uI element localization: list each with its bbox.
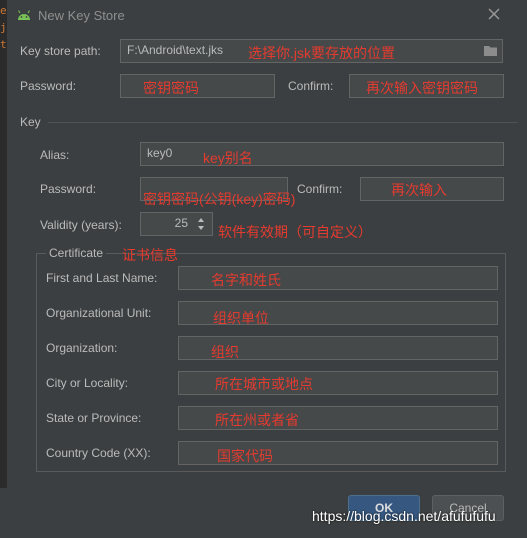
key-store-path-note: 选择你.jsk要存放的位置	[248, 45, 395, 61]
key-confirm-label: Confirm:	[297, 182, 343, 196]
validity-label: Validity (years):	[40, 218, 122, 232]
first-last-name-label: First and Last Name:	[46, 271, 158, 285]
key-section-divider	[48, 122, 518, 123]
organizational-unit-label: Organizational Unit:	[46, 306, 152, 320]
country-code-note: 国家代码	[217, 448, 273, 464]
first-last-name-note: 名字和姓氏	[211, 272, 281, 288]
keystore-password-label: Password:	[20, 79, 77, 93]
organizational-unit-note: 组织单位	[213, 310, 269, 326]
validity-note: 软件有效期（可自定义）	[218, 224, 372, 240]
certificate-section-label: Certificate	[46, 246, 107, 260]
keystore-confirm-note: 再次输入密钥密码	[366, 80, 478, 96]
alias-note: key别名	[203, 150, 253, 166]
alias-input[interactable]: key0	[140, 142, 504, 166]
key-confirm-note: 再次输入	[391, 182, 447, 198]
key-password-label: Password:	[40, 182, 97, 196]
keystore-confirm-label: Confirm:	[288, 79, 334, 93]
stepper-arrows-icon[interactable]	[196, 216, 206, 235]
state-province-note: 所在州或者省	[215, 412, 299, 428]
background-editor-strip	[0, 0, 7, 538]
close-icon[interactable]	[488, 8, 500, 23]
watermark: https://blog.csdn.net/afufufufu	[312, 508, 496, 524]
organization-note: 组织	[211, 344, 239, 360]
validity-value: 25	[174, 216, 188, 230]
country-code-label: Country Code (XX):	[46, 446, 151, 460]
key-section-label: Key	[20, 115, 41, 129]
certificate-section-note: 证书信息	[122, 247, 178, 263]
folder-icon[interactable]	[483, 44, 498, 60]
key-store-path-label: Key store path:	[20, 44, 101, 58]
editor-snippet: e ji t	[0, 4, 7, 51]
alias-value: key0	[147, 146, 173, 160]
android-icon	[16, 8, 32, 25]
alias-label: Alias:	[40, 148, 70, 162]
key-password-note: 密钥密码(公钥(key)密码)	[143, 191, 296, 207]
city-locality-note: 所在城市或地点	[215, 376, 313, 392]
key-store-path-value: F:\Android\text.jks	[127, 43, 224, 57]
state-province-label: State or Province:	[46, 411, 142, 425]
keystore-password-note: 密钥密码	[143, 80, 199, 96]
city-locality-label: City or Locality:	[46, 376, 129, 390]
window-title: New Key Store	[38, 8, 125, 23]
organization-label: Organization:	[46, 341, 118, 355]
